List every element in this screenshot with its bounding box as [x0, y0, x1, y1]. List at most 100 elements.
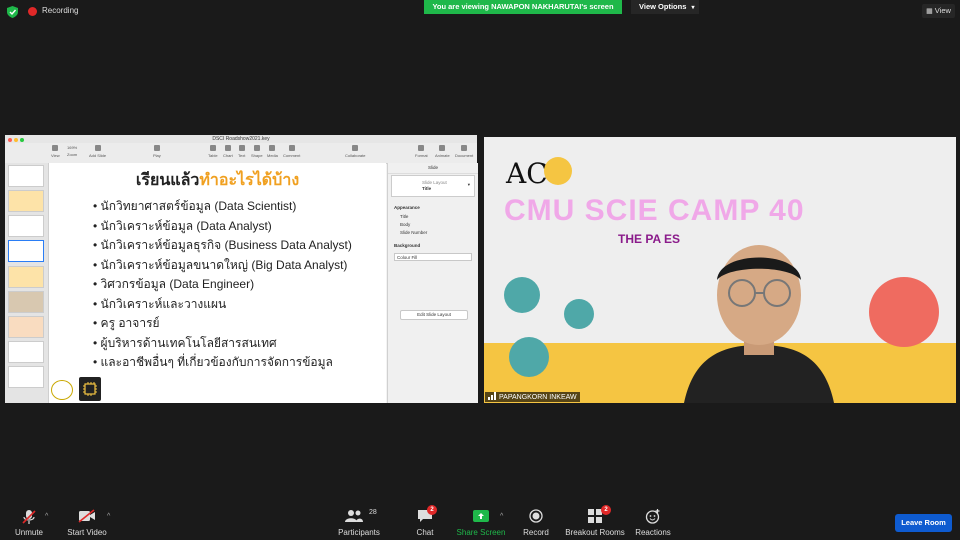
unmute-label: Unmute — [14, 528, 43, 537]
leave-room-button[interactable]: Leave Room — [895, 514, 952, 532]
bullet-item: ผู้บริหารด้านเทคโนโลยีสารสนเทศ — [93, 334, 352, 354]
bullet-item: ครู อาจารย์ — [93, 314, 352, 334]
slide-canvas[interactable]: เรียนแล้วทำอะไรได้บ้าง นักวิทยาศาสตร์ข้อ… — [49, 163, 386, 403]
minimize-icon[interactable] — [14, 138, 18, 142]
chat-badge: 2 — [427, 505, 437, 515]
view-button[interactable]: ▦ View — [922, 4, 955, 18]
toolbar-text[interactable]: Text — [238, 145, 245, 158]
chevron-up-icon[interactable]: ^ — [500, 513, 503, 520]
shield-icon[interactable] — [7, 6, 18, 18]
toolbar-add-slide[interactable]: Add Slide — [89, 145, 106, 158]
people-icon — [345, 510, 363, 522]
signal-strength-icon — [488, 392, 496, 400]
slide-thumbnail[interactable] — [8, 366, 44, 388]
toolbar-shape[interactable]: Shape — [251, 145, 263, 158]
toolbar-animate[interactable]: Animate — [435, 145, 450, 158]
slide-thumbnail[interactable] — [8, 165, 44, 187]
breakout-rooms-button[interactable]: 2 Breakout Rooms — [564, 500, 626, 540]
record-button[interactable]: Record — [518, 500, 554, 540]
slide-title: เรียนแล้วทำอะไรได้บ้าง — [49, 168, 386, 193]
shared-screen[interactable]: DSCI Roadshow2021.key View 169% Zoom Add … — [5, 135, 478, 403]
inspector-tab[interactable]: Slide — [388, 163, 478, 174]
close-icon[interactable] — [8, 138, 12, 142]
record-label: Record — [523, 528, 549, 537]
slide-thumbnail[interactable] — [8, 215, 44, 237]
video-off-icon — [78, 509, 95, 523]
toolbar-format[interactable]: Format — [415, 145, 428, 158]
view-options-label: View Options — [639, 2, 687, 11]
chevron-up-icon[interactable]: ^ — [45, 513, 48, 520]
fill-type-select[interactable]: Colour Fill — [394, 253, 472, 261]
chat-button[interactable]: 2 Chat — [408, 500, 442, 540]
participant-video-tile[interactable]: AC CMU SCIE CAMP 40 THE PA ES PAPANGKORN… — [484, 137, 956, 403]
toolbar-comment[interactable]: Comment — [283, 145, 300, 158]
option-title-checkbox[interactable]: Title — [400, 214, 408, 219]
bullet-item: นักวิเคราะห์ข้อมูล (Data Analyst) — [93, 217, 352, 237]
toolbar-view[interactable]: View — [51, 145, 60, 158]
bullet-item: และอาชีพอื่นๆ ที่เกี่ยวข้องกับการจัดการข… — [93, 353, 352, 373]
slide-title-highlight: ทำอะไรได้บ้าง — [199, 172, 300, 189]
slide-thumbnail[interactable] — [8, 316, 44, 338]
share-screen-icon — [473, 510, 489, 522]
toolbar-play[interactable]: Play — [153, 145, 161, 158]
view-button-label: View — [934, 6, 951, 15]
ac-logo: AC — [506, 157, 548, 190]
department-logo — [79, 377, 101, 401]
view-options-button[interactable]: View Options ▾ — [631, 0, 699, 14]
chip-icon — [83, 382, 97, 396]
toolbar-media[interactable]: Media — [267, 145, 278, 158]
toolbar-table[interactable]: Table — [208, 145, 218, 158]
window-title-bar: DSCI Roadshow2021.key — [5, 135, 477, 143]
option-slide-number-checkbox[interactable]: Slide Number — [400, 230, 427, 235]
virus-illustration — [564, 299, 594, 329]
viewing-banner: You are viewing NAWAPON NAKHARUTAI's scr… — [424, 0, 622, 14]
slide-thumbnail[interactable] — [8, 341, 44, 363]
microphone-muted-icon — [22, 510, 36, 524]
participants-button[interactable]: 28 Participants — [334, 500, 384, 540]
window-title: DSCI Roadshow2021.key — [212, 136, 270, 142]
participants-label: Participants — [338, 528, 380, 537]
meeting-top-bar: Recording You are viewing NAWAPON NAKHAR… — [0, 0, 960, 24]
edit-slide-layout-button[interactable]: Edit Slide Layout — [400, 310, 468, 320]
slide-navigator — [5, 163, 49, 403]
background-heading: Background — [394, 243, 421, 248]
maximize-icon[interactable] — [20, 138, 24, 142]
start-video-button[interactable]: Start Video — [64, 500, 110, 540]
chevron-up-icon[interactable]: ^ — [107, 513, 110, 520]
toolbar-document[interactable]: Document — [455, 145, 473, 158]
slide-thumbnail[interactable] — [8, 266, 44, 288]
unmute-button[interactable]: Unmute — [10, 500, 48, 540]
virus-illustration — [504, 277, 540, 313]
faculty-of-science-logo — [544, 157, 572, 185]
reactions-label: Reactions — [635, 528, 671, 537]
breakout-rooms-badge: 2 — [601, 505, 611, 515]
toolbar-collaborate[interactable]: Collaborate — [345, 145, 365, 158]
slide-bullet-list: นักวิทยาศาสตร์ข้อมูล (Data Scientist) นั… — [93, 197, 352, 373]
breakout-rooms-label: Breakout Rooms — [565, 528, 625, 537]
chevron-down-icon: ▾ — [467, 182, 470, 187]
bullet-item: วิศวกรข้อมูล (Data Engineer) — [93, 275, 352, 295]
option-body-checkbox[interactable]: Body — [400, 222, 410, 227]
virus-illustration — [869, 277, 939, 347]
bullet-item: นักวิทยาศาสตร์ข้อมูล (Data Scientist) — [93, 197, 352, 217]
participant-name: PAPANGKORN INKEAW — [499, 394, 577, 401]
share-screen-label: Share Screen — [456, 528, 506, 537]
slide-layout-selector[interactable]: Slide Layout Title ▾ — [391, 175, 475, 197]
toolbar-zoom[interactable]: 169% Zoom — [67, 145, 77, 157]
slide-thumbnail[interactable] — [8, 190, 44, 212]
format-inspector: Slide Slide Layout Title ▾ Appearance Ti… — [387, 163, 478, 403]
slide-thumbnail[interactable] — [8, 291, 44, 313]
keynote-toolbar: View 169% Zoom Add Slide Play Table Chart… — [5, 143, 477, 164]
layout-label: Slide Layout — [422, 180, 447, 185]
start-video-label: Start Video — [67, 528, 107, 537]
appearance-heading: Appearance — [394, 205, 420, 210]
breakout-rooms-icon — [588, 509, 602, 523]
share-screen-button[interactable]: Share Screen — [456, 500, 506, 540]
recording-label[interactable]: Recording — [42, 6, 78, 15]
background-subtitle: THE PA ES — [618, 232, 681, 246]
toolbar-chart[interactable]: Chart — [223, 145, 233, 158]
reactions-button[interactable]: Reactions — [632, 500, 674, 540]
slide-title-prefix: เรียนแล้ว — [135, 172, 200, 189]
slide-thumbnail-selected[interactable] — [8, 240, 44, 262]
bullet-item: นักวิเคราะห์ข้อมูลขนาดใหญ่ (Big Data Ana… — [93, 256, 352, 276]
